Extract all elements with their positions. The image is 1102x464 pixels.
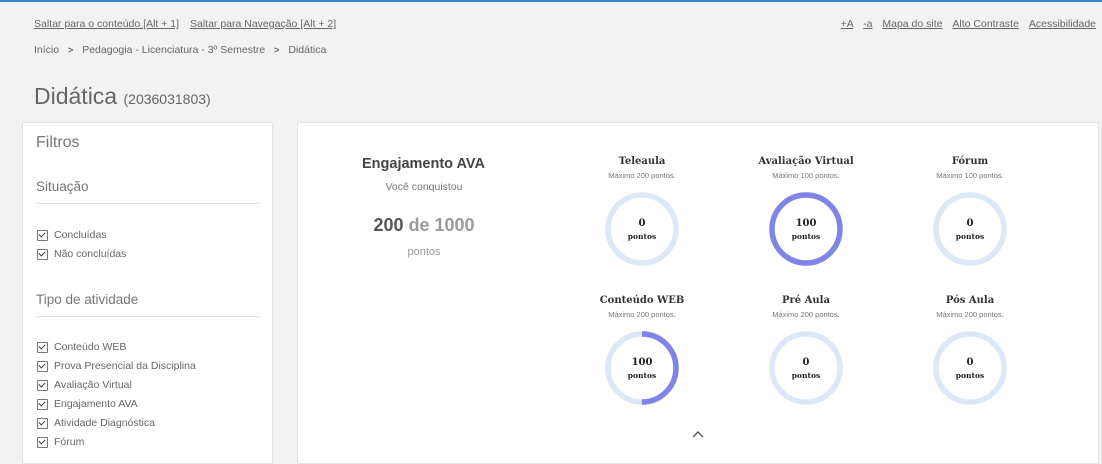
engagement-score: 200 de 1000 [363, 215, 485, 236]
gauge-max-label: Máximo 200 pontos. [608, 171, 676, 180]
breadcrumb-current: Didática [288, 44, 327, 56]
gauge-value: 100 [796, 218, 817, 229]
page-title-text: Didática [34, 83, 118, 109]
engagement-title: Engajamento AVA [362, 156, 485, 172]
font-decrease-link[interactable]: -a [863, 18, 872, 30]
page-title: Didática (2036031803) [34, 83, 211, 110]
engagement-score-total: de 1000 [408, 215, 475, 235]
gauge-unit: pontos [792, 371, 820, 380]
filter-conteudo-web[interactable]: Conteúdo WEB [37, 341, 126, 353]
gauge-max-label: Máximo 100 pontos. [936, 171, 1004, 180]
gauge-max-label: Máximo 200 pontos. [936, 310, 1004, 319]
gauge-value: 0 [803, 357, 810, 368]
progress-ring-fill [769, 192, 843, 266]
gauge-title: Avaliação Virtual [758, 156, 854, 167]
gauge-conteudo-web: Conteúdo WEB Máximo 200 pontos. 100 pontos [567, 295, 717, 408]
progress-ring-track [769, 331, 843, 405]
checkbox-label: Avaliação Virtual [54, 379, 132, 391]
skip-to-navigation-link[interactable]: Saltar para Navegação [Alt + 2] [190, 18, 336, 30]
filter-prova-presencial[interactable]: Prova Presencial da Disciplina [37, 360, 196, 372]
filter-forum[interactable]: Fórum [37, 436, 84, 448]
progress-ring: 0 pontos [769, 331, 843, 405]
checkbox-checked-icon[interactable] [37, 360, 48, 372]
discipline-code: (2036031803) [123, 91, 211, 107]
filter-atividade-diagnostica[interactable]: Atividade Diagnóstica [37, 417, 155, 429]
filter-avaliacao-virtual[interactable]: Avaliação Virtual [37, 379, 132, 391]
checkbox-label: Fórum [54, 436, 85, 448]
chevron-right-icon: > [68, 45, 74, 55]
checkbox-label: Prova Presencial da Disciplina [54, 360, 196, 372]
gauge-max-label: Máximo 200 pontos. [608, 310, 676, 319]
gauge-title: Pós Aula [945, 295, 995, 306]
checkbox-checked-icon[interactable] [37, 379, 48, 391]
site-map-link[interactable]: Mapa do site [882, 18, 942, 30]
filters-panel: Filtros Situação Concluídas Não concluíd… [22, 122, 273, 464]
accessibility-bar: Saltar para o conteúdo [Alt + 1] Saltar … [34, 18, 1096, 34]
gauge-avaliacao-virtual: Avaliação Virtual Máximo 100 pontos. 100 po… [731, 156, 881, 269]
checkbox-checked-icon[interactable] [37, 341, 48, 353]
accessibility-tools: +A -a Mapa do site Alto Contraste Acessi… [834, 18, 1096, 30]
checkbox-label: Não concluídas [54, 248, 127, 260]
engagement-unit: pontos [407, 246, 441, 258]
gauge-value: 0 [967, 218, 974, 229]
gauge-pos-aula: Pós Aula Máximo 200 pontos. 0 pontos [895, 295, 1045, 408]
gauge-value: 0 [967, 357, 974, 368]
gauge-title: Teleaula [618, 156, 666, 167]
progress-ring-track [933, 192, 1007, 266]
engagement-subtitle: Você conquistou [385, 181, 463, 193]
filters-title: Filtros [36, 134, 80, 151]
gauge-title: Conteúdo WEB [599, 295, 685, 306]
situation-section-title: Situação [36, 179, 89, 194]
filter-concluidas[interactable]: Concluídas [37, 229, 107, 241]
skip-to-content-link[interactable]: Saltar para o conteúdo [Alt + 1] [34, 18, 179, 30]
font-increase-link[interactable]: +A [841, 18, 854, 30]
gauge-unit: pontos [628, 371, 656, 380]
gauge-unit: pontos [956, 371, 984, 380]
progress-ring: 100 pontos [769, 192, 843, 266]
gauge-unit: pontos [792, 232, 820, 241]
filter-nao-concluidas[interactable]: Não concluídas [37, 248, 126, 260]
gauge-unit: pontos [956, 232, 984, 241]
gauge-title: Pré Aula [782, 295, 830, 306]
checkbox-checked-icon[interactable] [37, 248, 48, 260]
engagement-score-value: 200 [373, 215, 404, 235]
accessibility-link[interactable]: Acessibilidade [1029, 18, 1096, 30]
breadcrumb: Início > Pedagogia - Licenciatura - 3º S… [34, 44, 326, 56]
breadcrumb-home[interactable]: Início [34, 44, 59, 56]
top-accent-line [0, 0, 1102, 2]
progress-ring: 0 pontos [933, 192, 1007, 266]
progress-ring: 100 pontos [605, 331, 679, 405]
gauge-forum: Fórum Máximo 100 pontos. 0 pontos [895, 156, 1045, 269]
progress-ring-track [933, 331, 1007, 405]
checkbox-checked-icon[interactable] [37, 417, 48, 429]
progress-ring: 0 pontos [933, 331, 1007, 405]
gauge-pre-aula: Pré Aula Máximo 200 pontos. 0 pontos [731, 295, 881, 408]
gauge-title: Fórum [951, 156, 989, 167]
checkbox-label: Atividade Diagnóstica [54, 417, 155, 429]
progress-ring: 0 pontos [605, 192, 679, 266]
gauge-unit: pontos [628, 232, 656, 241]
gauge-value: 0 [639, 218, 646, 229]
activity-section-title: Tipo de atividade [36, 292, 139, 307]
high-contrast-link[interactable]: Alto Contraste [952, 18, 1019, 30]
checkbox-label: Engajamento AVA [54, 398, 138, 410]
divider [36, 316, 260, 317]
gauge-teleaula: Teleaula Máximo 200 pontos. 0 pontos [567, 156, 717, 269]
checkbox-checked-icon[interactable] [37, 229, 48, 241]
checkbox-checked-icon[interactable] [37, 436, 48, 448]
divider [36, 203, 260, 204]
chevron-up-icon[interactable] [690, 428, 706, 440]
checkbox-label: Conteúdo WEB [54, 341, 127, 353]
gauge-max-label: Máximo 200 pontos. [772, 310, 840, 319]
checkbox-label: Concluídas [54, 229, 107, 241]
filter-engajamento-ava[interactable]: Engajamento AVA [37, 398, 138, 410]
gauge-max-label: Máximo 100 pontos. [772, 171, 840, 180]
breadcrumb-course[interactable]: Pedagogia - Licenciatura - 3º Semestre [82, 44, 265, 56]
checkbox-checked-icon[interactable] [37, 398, 48, 410]
progress-ring-track [605, 192, 679, 266]
chevron-right-icon: > [274, 45, 280, 55]
gauge-value: 100 [632, 357, 653, 368]
